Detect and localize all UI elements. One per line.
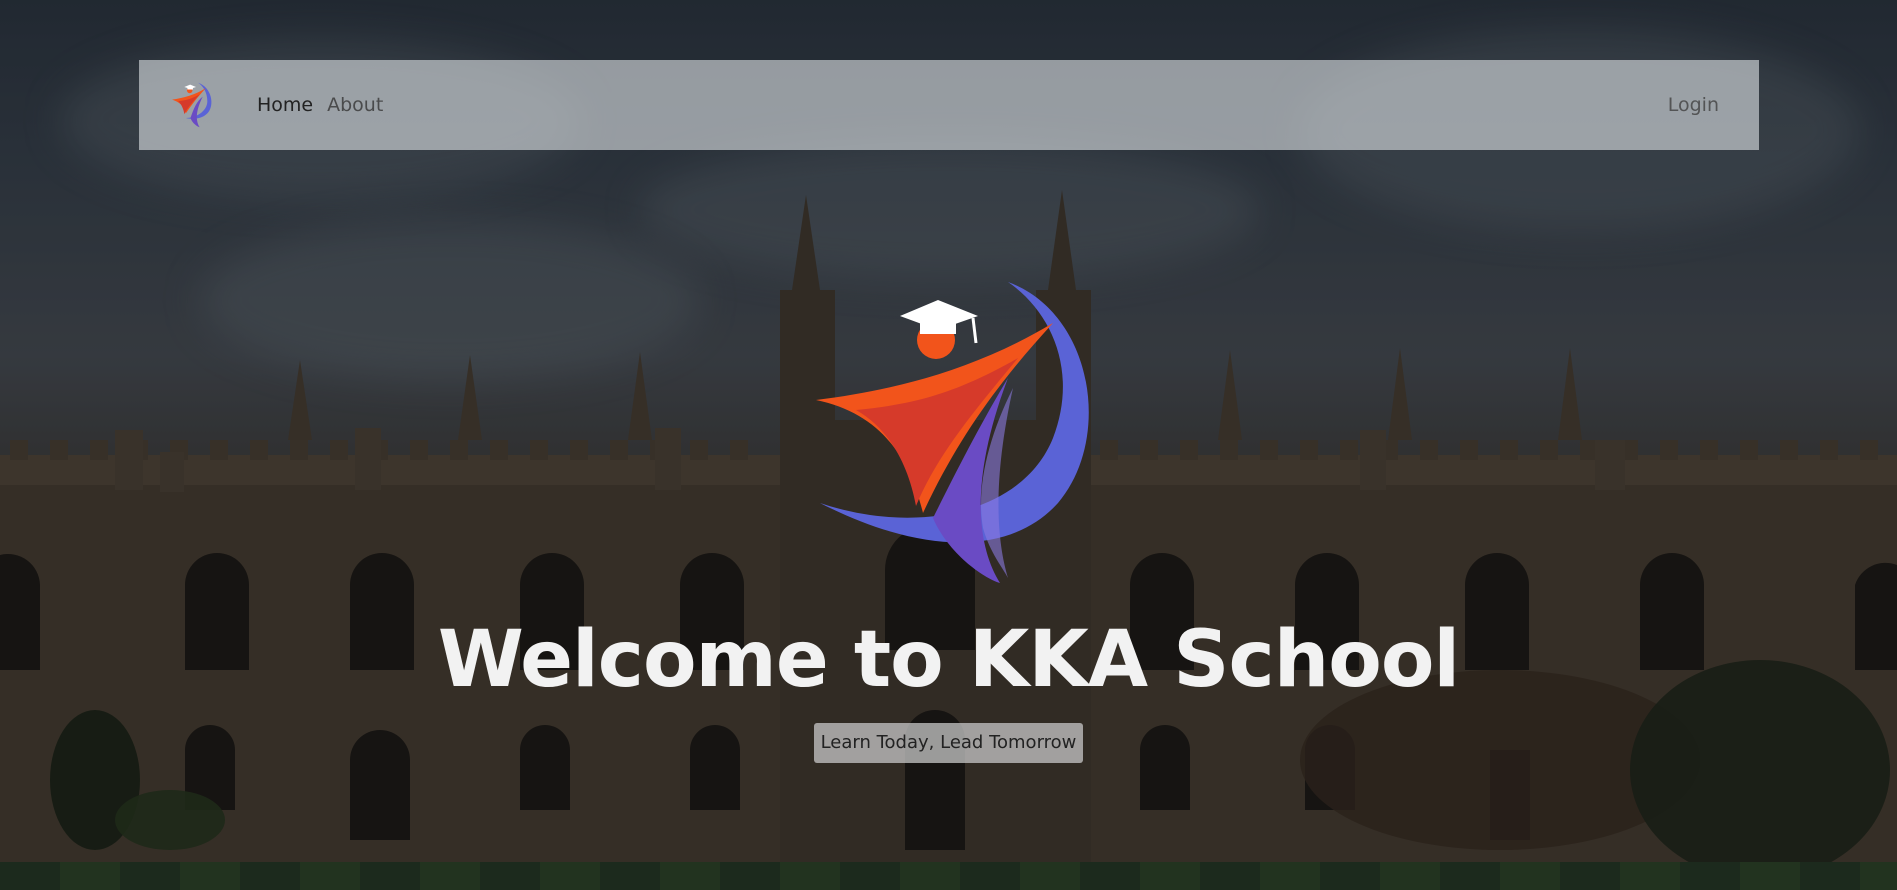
lawn [0, 862, 1897, 890]
navbar: Home About Login [139, 60, 1759, 150]
kka-school-emblem-icon [808, 278, 1108, 588]
nav-link-about[interactable]: About [327, 94, 383, 116]
login-link[interactable]: Login [1668, 94, 1719, 116]
nav-links: Home About [257, 94, 1668, 116]
kka-school-logo-icon[interactable] [167, 80, 217, 130]
tagline-wrap: Learn Today, Lead Tomorrow [0, 723, 1897, 763]
hero-title: Welcome to KKA School [437, 615, 1460, 705]
hero-section: Home About Login Welcome to KKA School L… [0, 0, 1897, 890]
hero-tagline: Learn Today, Lead Tomorrow [813, 723, 1084, 763]
nav-link-home[interactable]: Home [257, 94, 313, 116]
